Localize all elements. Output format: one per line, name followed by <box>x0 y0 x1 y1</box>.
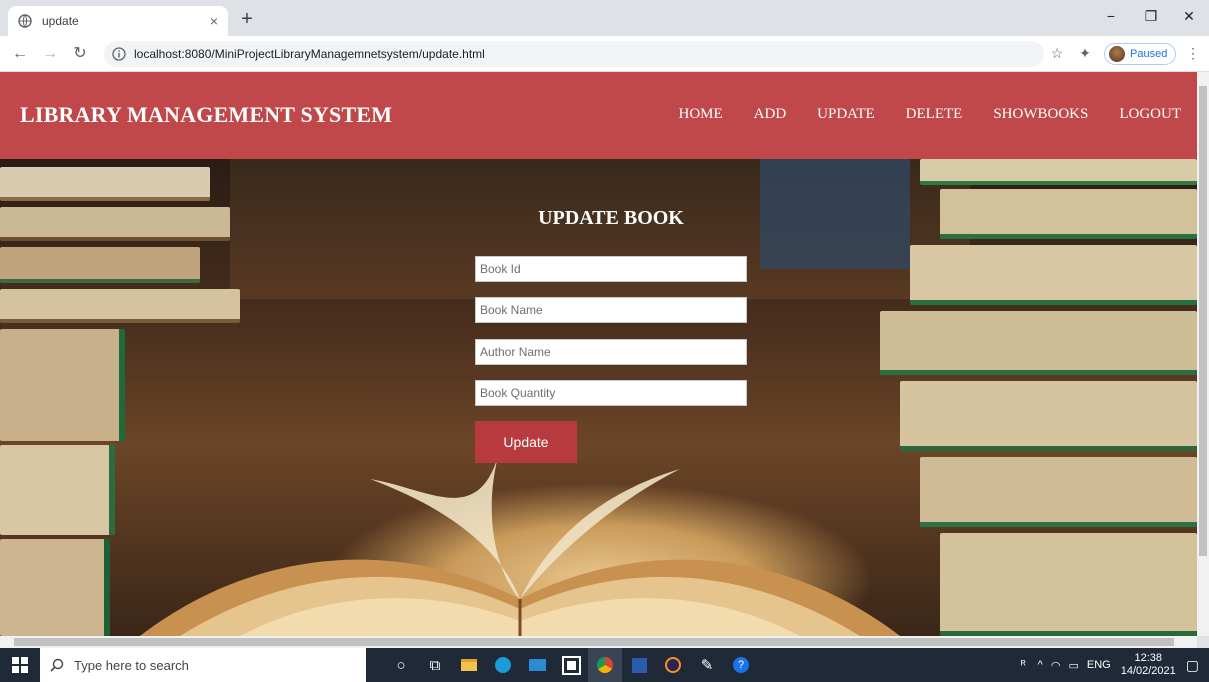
task-view-icon[interactable]: ⧉ <box>418 648 452 682</box>
address-bar[interactable]: localhost:8080/MiniProjectLibraryManagem… <box>104 41 1044 67</box>
nav-link-add[interactable]: ADD <box>754 106 787 123</box>
site-brand[interactable]: LIBRARY MANAGEMENT SYSTEM <box>20 102 392 128</box>
horizontal-scroll-thumb[interactable] <box>14 638 1174 646</box>
search-placeholder: Type here to search <box>74 657 189 673</box>
book-quantity-input[interactable] <box>475 380 747 406</box>
menu-kebab-icon[interactable]: ⋮ <box>1184 45 1202 63</box>
people-icon[interactable]: ᴿ <box>1021 659 1026 671</box>
reload-icon[interactable]: ↻ <box>70 44 90 64</box>
extensions-puzzle-icon[interactable]: ✦ <box>1076 45 1094 63</box>
clock-date: 14/02/2021 <box>1120 665 1176 677</box>
book-name-input[interactable] <box>475 297 747 323</box>
cortana-icon[interactable]: ○ <box>384 648 418 682</box>
browser-toolbar: ← → ↻ localhost:8080/MiniProjectLibraryM… <box>0 36 1209 72</box>
author-name-input[interactable] <box>475 339 747 365</box>
minimize-button[interactable]: − <box>1096 8 1126 28</box>
nav-link-delete[interactable]: DELETE <box>906 106 963 123</box>
book-id-input[interactable] <box>475 256 747 282</box>
system-tray: ᴿ ^ ◠ ▭ ENG 12:38 14/02/2021 ▢ <box>1021 648 1209 682</box>
taskbar-clock[interactable]: 12:38 14/02/2021 <box>1121 652 1176 678</box>
browser-tab[interactable]: update × <box>8 6 228 36</box>
page-viewport: LIBRARY MANAGEMENT SYSTEM HOME ADD UPDAT… <box>0 72 1197 636</box>
chrome-icon[interactable] <box>588 648 622 682</box>
forward-arrow-icon[interactable]: → <box>40 44 60 64</box>
vertical-scrollbar[interactable] <box>1197 72 1209 636</box>
file-explorer-icon[interactable] <box>452 648 486 682</box>
clock-time: 12:38 <box>1134 652 1162 664</box>
avatar <box>1109 46 1125 62</box>
profile-button[interactable]: Paused <box>1104 43 1176 65</box>
edge-browser-icon[interactable] <box>486 648 520 682</box>
hero-background-image: UPDATE BOOK Update <box>0 159 1197 636</box>
nav-links: HOME ADD UPDATE DELETE SHOWBOOKS LOGOUT <box>647 106 1181 123</box>
nav-link-home[interactable]: HOME <box>678 106 722 123</box>
start-button[interactable] <box>0 648 40 682</box>
new-tab-button[interactable]: + <box>236 9 258 31</box>
info-icon <box>112 47 126 61</box>
tab-title: update <box>42 14 79 28</box>
taskbar-search-box[interactable]: Type here to search <box>40 648 366 682</box>
update-button[interactable]: Update <box>475 421 577 463</box>
horizontal-scrollbar[interactable] <box>0 636 1197 648</box>
mail-icon[interactable] <box>520 648 554 682</box>
paint-icon[interactable]: ✎ <box>690 648 724 682</box>
notification-icon[interactable]: ▢ <box>1186 657 1199 674</box>
form-title: UPDATE BOOK <box>538 207 684 229</box>
nav-link-showbooks[interactable]: SHOWBOOKS <box>993 106 1088 123</box>
store-icon[interactable] <box>554 648 588 682</box>
word-icon[interactable] <box>622 648 656 682</box>
eclipse-icon[interactable] <box>656 648 690 682</box>
tab-close-icon[interactable]: × <box>210 13 218 29</box>
site-navbar: LIBRARY MANAGEMENT SYSTEM HOME ADD UPDAT… <box>0 72 1197 159</box>
nav-link-update[interactable]: UPDATE <box>817 106 875 123</box>
chevron-up-icon[interactable]: ^ <box>1038 659 1043 671</box>
language-indicator[interactable]: ENG <box>1087 659 1111 671</box>
globe-icon <box>18 14 32 28</box>
bookmark-star-icon[interactable]: ☆ <box>1048 45 1066 63</box>
vertical-scroll-thumb[interactable] <box>1199 86 1207 556</box>
back-arrow-icon[interactable]: ← <box>10 44 30 64</box>
battery-icon[interactable]: ▭ <box>1068 659 1078 672</box>
profile-status: Paused <box>1130 48 1168 60</box>
update-book-form: UPDATE BOOK Update <box>475 159 747 636</box>
restore-button[interactable]: ❐ <box>1136 8 1166 28</box>
help-icon[interactable]: ? <box>724 648 758 682</box>
search-icon <box>50 658 64 672</box>
right-book-stack <box>880 159 1197 636</box>
nav-link-logout[interactable]: LOGOUT <box>1119 106 1181 123</box>
close-window-button[interactable]: ✕ <box>1174 8 1204 28</box>
windows-taskbar: Type here to search ○ ⧉ ✎ ? ᴿ ^ ◠ ▭ ENG … <box>0 648 1209 682</box>
windows-logo-icon <box>12 657 28 673</box>
browser-tabstrip: update × + − ❐ ✕ <box>0 0 1209 36</box>
url-text: localhost:8080/MiniProjectLibraryManagem… <box>134 47 485 61</box>
wifi-icon[interactable]: ◠ <box>1051 659 1061 672</box>
